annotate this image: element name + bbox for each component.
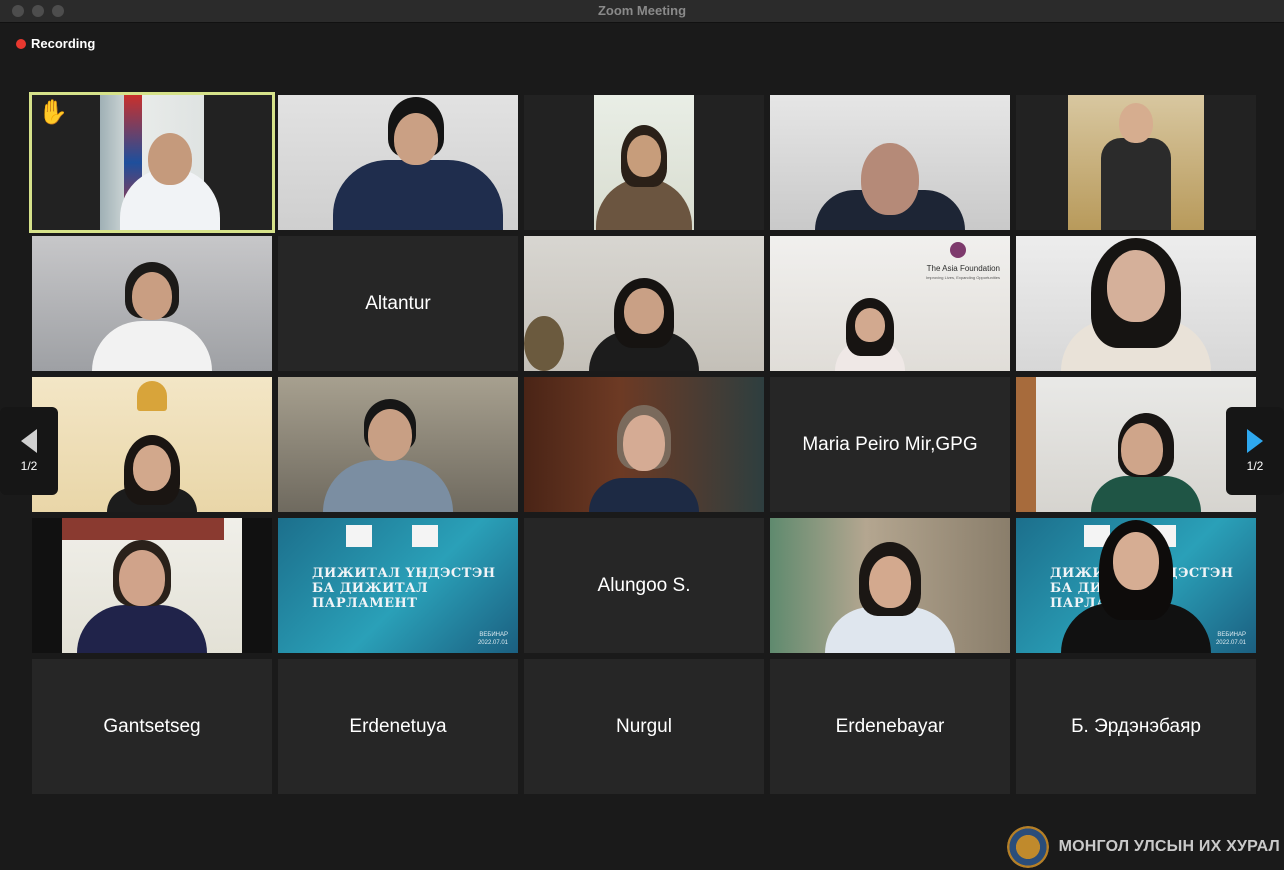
participant-name: Maria Peiro Mir,GPG xyxy=(802,433,978,455)
org-banner: The Asia Foundation Improving Lives, Exp… xyxy=(926,264,1000,282)
page-indicator: 1/2 xyxy=(20,459,38,473)
participant-tile[interactable]: ДИЖИТАЛ ҮНДЭСТЭН БА ДИЖИТАЛ ПАРЛАМЕНТ ВЕ… xyxy=(278,518,518,653)
participant-tile[interactable] xyxy=(278,377,518,512)
slide-title: ДИЖИТАЛ ҮНДЭСТЭН БА ДИЖИТАЛ ПАРЛАМЕНТ xyxy=(312,566,496,611)
participant-tile[interactable]: Gantsetseg xyxy=(32,659,272,794)
recording-dot-icon xyxy=(16,38,26,49)
page-indicator: 1/2 xyxy=(1246,459,1264,473)
participant-tile[interactable] xyxy=(1016,236,1256,371)
participant-name: Erdenetuya xyxy=(349,715,447,737)
participant-tile[interactable] xyxy=(1016,377,1256,512)
logo-right xyxy=(412,525,438,547)
participant-tile[interactable] xyxy=(770,518,1010,653)
participant-tile[interactable] xyxy=(524,236,764,371)
slide-label: ВЕБИНАР xyxy=(479,632,508,638)
participant-name: Nurgul xyxy=(616,715,672,737)
parliament-watermark: МОНГОЛ УЛСЫН ИХ ХУРАЛ xyxy=(1006,826,1280,868)
participant-tile[interactable]: Erdenetuya xyxy=(278,659,518,794)
participant-name: Alungoo S. xyxy=(597,574,691,596)
raised-hand-icon: ✋ xyxy=(38,99,68,126)
seal-icon xyxy=(1006,826,1049,868)
participant-name: Altantur xyxy=(365,292,431,314)
slide-date: 2022.07.01 xyxy=(477,640,508,646)
logo-left xyxy=(346,525,372,547)
participant-tile[interactable] xyxy=(32,236,272,371)
watermark-text: МОНГОЛ УЛСЫН ИХ ХУРАЛ xyxy=(1058,838,1280,855)
prev-page-button[interactable]: 1/2 xyxy=(0,407,58,495)
participant-tile[interactable]: ✋ xyxy=(29,92,275,233)
gallery-grid: ✋ Altantur The Asia Foundation Improving… xyxy=(29,92,1256,794)
slide-line-1: ДИЖИТАЛ ҮНДЭСТЭН xyxy=(312,566,496,581)
org-tagline: Improving Lives, Expanding Opportunities xyxy=(925,275,1000,280)
chevron-left-icon xyxy=(21,429,37,453)
participant-tile[interactable]: Altantur xyxy=(278,236,518,371)
participant-tile[interactable] xyxy=(278,95,518,230)
slide-footer: ВЕБИНАР 2022.07.01 xyxy=(478,631,508,647)
slide-footer: ВЕБИНАР 2022.07.01 xyxy=(1216,631,1246,647)
slide-date: 2022.07.01 xyxy=(1215,640,1246,646)
participant-name: Gantsetseg xyxy=(103,715,201,737)
participant-tile[interactable]: Maria Peiro Mir,GPG xyxy=(770,377,1010,512)
participant-tile[interactable]: Alungoo S. xyxy=(524,518,764,653)
slide-line-2: БА ДИЖИТАЛ xyxy=(312,581,429,596)
participant-tile[interactable] xyxy=(524,95,764,230)
participant-tile[interactable] xyxy=(32,518,272,653)
recording-indicator[interactable]: Recording xyxy=(16,36,95,51)
participant-name: Erdenebayar xyxy=(835,715,945,737)
org-name: The Asia Foundation xyxy=(926,264,1000,273)
recording-label: Recording xyxy=(31,36,96,51)
title-bar: Zoom Meeting xyxy=(0,0,1284,23)
participant-tile[interactable]: Б. Эрдэнэбаяр xyxy=(1016,659,1256,794)
window-title: Zoom Meeting xyxy=(597,3,687,18)
participant-tile[interactable]: Erdenebayar xyxy=(770,659,1010,794)
participant-tile[interactable] xyxy=(32,377,272,512)
slide-line-3: ПАРЛАМЕНТ xyxy=(312,596,418,611)
participant-tile[interactable] xyxy=(1016,95,1256,230)
slide-label: ВЕБИНАР xyxy=(1217,632,1246,638)
participant-tile[interactable] xyxy=(770,95,1010,230)
participant-tile[interactable]: Nurgul xyxy=(524,659,764,794)
participant-name: Б. Эрдэнэбаяр xyxy=(1071,715,1201,737)
participant-tile[interactable] xyxy=(524,377,764,512)
chevron-right-icon xyxy=(1247,429,1263,453)
participant-tile[interactable]: The Asia Foundation Improving Lives, Exp… xyxy=(770,236,1010,371)
participant-tile[interactable]: ДИЖИТАЛ ҮНДЭСТЭН БА ДИЖИТАЛ ПАРЛАМЕНТ ВЕ… xyxy=(1016,518,1256,653)
next-page-button[interactable]: 1/2 xyxy=(1226,407,1284,495)
